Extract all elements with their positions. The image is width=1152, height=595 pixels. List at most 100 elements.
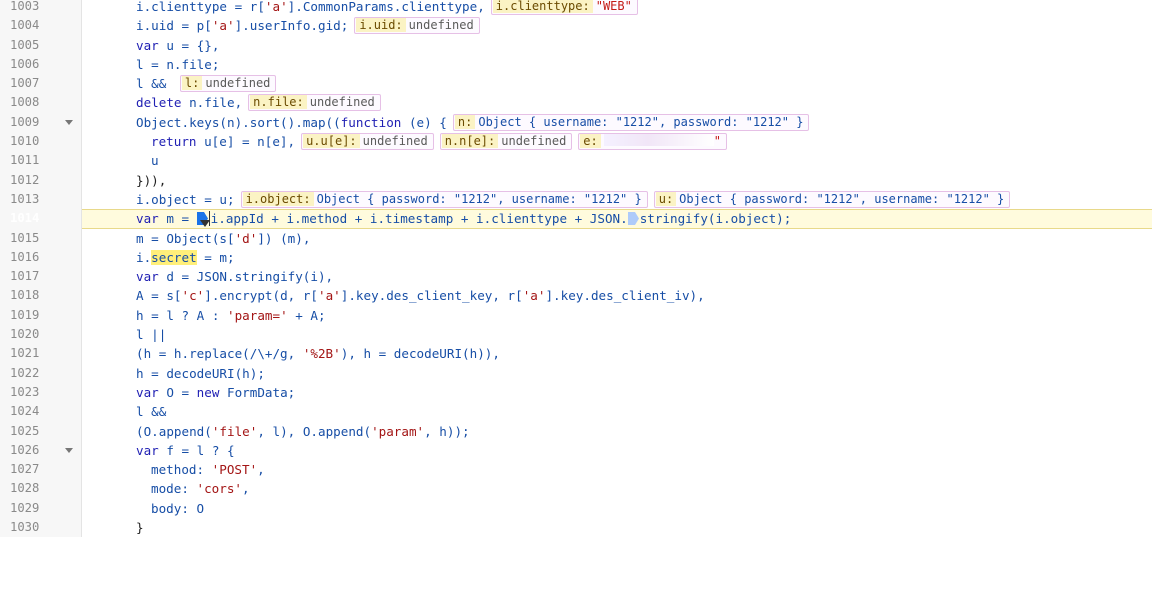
line-number: 1010 xyxy=(10,134,40,149)
line-number: 1011 xyxy=(10,153,40,168)
line-number: 1009 xyxy=(10,114,40,129)
line-number: 1027 xyxy=(10,462,40,477)
gutter[interactable]: 1008 xyxy=(0,93,82,113)
code-line[interactable]: 1027 method: 'POST', xyxy=(0,460,1152,480)
code-line[interactable]: 1026 var f = l ? { xyxy=(0,440,1152,461)
inline-value-chip[interactable]: n.file: undefined xyxy=(248,94,381,112)
gutter[interactable]: 1010 xyxy=(0,132,82,152)
code-editor[interactable]: 1003 i.clienttype = r['a'].CommonParams.… xyxy=(0,0,1152,538)
code-line[interactable]: 1022 h = decodeURI(h); xyxy=(0,363,1152,383)
code-line[interactable]: 1028 mode: 'cors', xyxy=(0,479,1152,499)
gutter[interactable]: 1006 xyxy=(0,54,82,75)
line-number: 1012 xyxy=(10,172,40,187)
inline-value-chip[interactable]: i.uid: undefined xyxy=(354,17,480,35)
code-line[interactable]: 1030 } xyxy=(0,518,1152,538)
gutter[interactable]: 1022 xyxy=(0,363,82,383)
code-line[interactable]: 1018 A = s['c'].encrypt(d, r['a'].key.de… xyxy=(0,286,1152,306)
execution-caret-icon xyxy=(199,220,210,228)
gutter[interactable]: 1018 xyxy=(0,286,82,306)
line-number: 1022 xyxy=(10,365,40,380)
line-number: 1014 xyxy=(10,211,40,226)
inline-value-chip[interactable]: u: Object { password: "1212", username: "… xyxy=(653,190,1011,208)
code-line[interactable]: 1024 l && xyxy=(0,402,1152,422)
code-line[interactable]: 1025 (O.append('file', l), O.append('par… xyxy=(0,421,1152,441)
inline-value-chip[interactable]: i.object: Object { password: "1212", user… xyxy=(240,190,648,208)
line-number: 1004 xyxy=(10,18,40,33)
line-number: 1028 xyxy=(10,481,40,496)
line-number: 1019 xyxy=(10,307,40,322)
code-line[interactable]: 1016 i.secret = m; xyxy=(0,247,1152,268)
gutter[interactable]: 1014 xyxy=(0,209,82,266)
line-number: 1006 xyxy=(10,56,40,71)
code-line[interactable]: 1008 delete n.file, n.file: undefined xyxy=(0,93,1152,113)
gutter[interactable]: 1019 xyxy=(0,305,82,326)
gutter[interactable]: 1004 xyxy=(0,16,82,36)
code-line[interactable]: 1009 Object.keys(n).sort().map((function… xyxy=(0,112,1152,133)
inline-value-chip[interactable]: e: " xyxy=(578,133,727,151)
code-line[interactable]: 1019 h = l ? A : 'param=' + A; xyxy=(0,305,1152,326)
gutter[interactable]: 1011 xyxy=(0,151,82,171)
gutter[interactable]: 1017 xyxy=(0,267,82,287)
code-line[interactable]: 1012 })), xyxy=(0,170,1152,190)
code-line[interactable]: 1004 i.uid = p['a'].userInfo.gid; i.uid: u… xyxy=(0,16,1152,36)
step-marker-icon[interactable] xyxy=(627,212,639,226)
code-line[interactable]: 1017 var d = JSON.stringify(i), xyxy=(0,267,1152,287)
code-line[interactable]: 1005 var u = {}, xyxy=(0,35,1152,55)
gutter[interactable]: 1016 xyxy=(0,247,82,268)
gutter[interactable]: 1012 xyxy=(0,170,82,190)
code-line[interactable]: 1013 i.object = u; i.object: Object { pass… xyxy=(0,189,1152,210)
gutter[interactable]: 1030 xyxy=(0,518,82,538)
inline-value-chip[interactable]: n: Object { username: "1212", password: "… xyxy=(452,113,810,131)
line-number: 1026 xyxy=(10,442,40,457)
line-number: 1007 xyxy=(10,76,40,91)
fold-toggle-icon[interactable] xyxy=(65,119,73,125)
line-number: 1003 xyxy=(10,0,40,13)
code-line[interactable]: 1011 u xyxy=(0,151,1152,171)
fold-toggle-icon[interactable] xyxy=(65,447,73,453)
code-line[interactable]: 1007 l && l: undefined xyxy=(0,74,1152,94)
code-line[interactable]: 1003 i.clienttype = r['a'].CommonParams.… xyxy=(0,0,1152,17)
line-number: 1021 xyxy=(10,346,40,361)
line-number: 1020 xyxy=(10,327,40,342)
line-number: 1029 xyxy=(10,500,40,515)
line-number: 1013 xyxy=(10,191,40,206)
gutter[interactable]: 1015 xyxy=(0,228,82,248)
gutter[interactable]: 1005 xyxy=(0,35,82,55)
gutter[interactable]: 1024 xyxy=(0,402,82,422)
line-number: 1024 xyxy=(10,404,40,419)
inline-value-chip[interactable]: i.clienttype: "WEB" xyxy=(490,0,638,15)
line-number: 1008 xyxy=(10,95,40,110)
gutter[interactable]: 1021 xyxy=(0,344,82,364)
line-number: 1016 xyxy=(10,249,40,264)
line-number: 1030 xyxy=(10,520,40,535)
gutter[interactable]: 1007 xyxy=(0,74,82,94)
gutter[interactable]: 1026 xyxy=(0,440,82,461)
gutter[interactable]: 1028 xyxy=(0,479,82,499)
code-line[interactable]: 1010 return u[e] = n[e], u.u[e]: undefined… xyxy=(0,132,1152,152)
redacted-value xyxy=(603,134,714,147)
gutter[interactable]: 1013 xyxy=(0,189,82,210)
paused-line[interactable]: 1014 var m = i.appId + i.method + i.time… xyxy=(0,209,1152,266)
line-number: 1025 xyxy=(10,423,40,438)
search-highlight: secret xyxy=(151,249,197,265)
gutter[interactable]: 1023 xyxy=(0,382,82,403)
code-line[interactable]: 1006 l = n.file; xyxy=(0,54,1152,75)
inline-value-chip[interactable]: n.n[e]: undefined xyxy=(439,133,573,151)
code-line[interactable]: 1015 m = Object(s['d']) (m), xyxy=(0,228,1152,248)
line-number: 1018 xyxy=(10,288,40,303)
gutter[interactable]: 1029 xyxy=(0,498,82,519)
code-line[interactable]: 1029 body: O xyxy=(0,498,1152,519)
code-line[interactable]: 1023 var O = new FormData; xyxy=(0,382,1152,403)
inline-value-chip[interactable]: l: undefined xyxy=(179,75,277,93)
gutter[interactable]: 1003 xyxy=(0,0,82,17)
inline-value-chip[interactable]: u.u[e]: undefined xyxy=(301,133,434,151)
code-line[interactable]: 1020 l || xyxy=(0,325,1152,345)
gutter[interactable]: 1025 xyxy=(0,421,82,441)
line-number: 1015 xyxy=(10,230,40,245)
gutter[interactable]: 1020 xyxy=(0,325,82,345)
line-number: 1017 xyxy=(10,269,40,284)
breakpoint-marker[interactable]: 1014 xyxy=(0,210,82,266)
gutter[interactable]: 1027 xyxy=(0,460,82,480)
code-line[interactable]: 1021 (h = h.replace(/\+/g, '%2B'), h = d… xyxy=(0,344,1152,364)
gutter[interactable]: 1009 xyxy=(0,112,82,133)
